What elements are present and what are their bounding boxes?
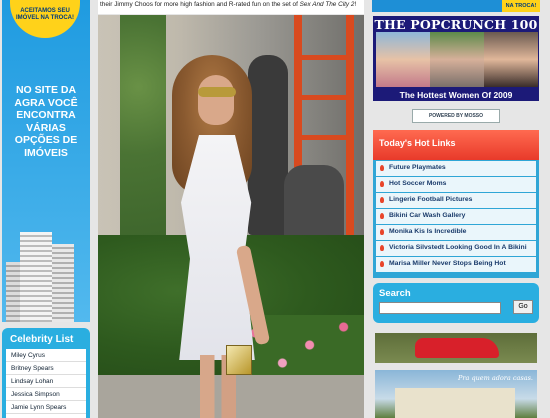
caption-text: their Jimmy Choos for more high fashion … — [100, 1, 300, 8]
hot-link-item[interactable]: Future Playmates — [376, 161, 536, 176]
house-ad-tagline: Pra quem adora casas. — [458, 374, 533, 382]
ad-headline: NO SITE DA AGRA VOCÊ ENCONTRA VÁRIAS OPÇ… — [14, 84, 78, 159]
popcrunch-photo — [484, 32, 538, 87]
search-box: Search Go — [373, 283, 539, 323]
car-ad[interactable] — [375, 333, 537, 363]
sunglasses — [198, 87, 236, 97]
hot-link-label: Marisa Miller Never Stops Being Hot — [389, 260, 506, 267]
flame-icon — [380, 213, 384, 219]
hot-link-label: Future Playmates — [389, 164, 446, 171]
real-estate-ad[interactable]: ACEITAMOS SEU IMÓVEL NA TROCA! NO SITE D… — [2, 0, 90, 322]
celebrity-link-miley[interactable]: Miley Cyrus — [6, 349, 86, 362]
top-right-ad[interactable]: NA TROCA! — [372, 0, 540, 12]
caption-end: ! — [354, 1, 357, 8]
scaffold-rung — [294, 135, 354, 140]
popcrunch-title: THE POPCRUNCH 100 — [374, 17, 538, 32]
celebrity-link-jessica[interactable]: Jessica Simpson — [6, 388, 86, 401]
scaffold-pole — [346, 15, 354, 245]
hot-link-item[interactable]: Victoria Silvstedt Looking Good In A Bik… — [376, 241, 536, 256]
hot-link-item[interactable]: Hot Soccer Moms — [376, 177, 536, 192]
flame-icon — [380, 245, 384, 251]
building-image — [20, 232, 52, 322]
flame-icon — [380, 261, 384, 267]
hot-link-label: Victoria Silvstedt Looking Good In A Bik… — [389, 244, 527, 251]
hot-link-label: Monika Kis Is Incredible — [389, 228, 467, 235]
top-ad-badge: NA TROCA! — [502, 0, 540, 12]
flame-icon — [380, 181, 384, 187]
hot-link-item[interactable]: Bikini Car Wash Gallery — [376, 209, 536, 224]
flame-icon — [380, 197, 384, 203]
celebrity-link-britney[interactable]: Britney Spears — [6, 362, 86, 375]
ad-seal: ACEITAMOS SEU IMÓVEL NA TROCA! — [10, 0, 80, 38]
celebrity-list: Miley Cyrus Britney Spears Lindsay Lohan… — [6, 349, 86, 418]
movie-title[interactable]: Sex And The City 2 — [300, 1, 355, 8]
house-ad[interactable]: Pra quem adora casas. — [375, 370, 537, 418]
page: ACEITAMOS SEU IMÓVEL NA TROCA! NO SITE D… — [0, 0, 550, 418]
hot-link-label: Bikini Car Wash Gallery — [389, 212, 466, 219]
building-image — [6, 262, 20, 322]
red-car-image — [415, 338, 499, 358]
search-go-button[interactable]: Go — [513, 300, 533, 314]
house-image — [395, 388, 515, 418]
popcrunch-subtitle: The Hottest Women Of 2009 — [399, 90, 513, 100]
hot-link-item[interactable]: Monika Kis Is Incredible — [376, 225, 536, 240]
celebrity-link-lindsay[interactable]: Lindsay Lohan — [6, 375, 86, 388]
hot-link-label: Hot Soccer Moms — [389, 180, 447, 187]
popcrunch-photo — [430, 32, 484, 87]
scaffold-rung — [294, 95, 354, 100]
hot-links-title: Today's Hot Links — [373, 130, 539, 160]
ivy-wall — [120, 15, 166, 255]
popcrunch-100-banner[interactable]: THE POPCRUNCH 100 The Hottest Women Of 2… — [373, 16, 539, 101]
hot-links-list: Future Playmates Hot Soccer Moms Lingeri… — [373, 161, 539, 272]
background-photographer — [284, 165, 344, 245]
celebrity-list-box: Celebrity List Miley Cyrus Britney Spear… — [2, 328, 90, 418]
hot-link-item[interactable]: Lingerie Football Pictures — [376, 193, 536, 208]
celebrity-link-jamie[interactable]: Jamie Lynn Spears — [6, 401, 86, 414]
celebrity-list-title: Celebrity List — [10, 334, 74, 345]
flame-icon — [380, 165, 384, 171]
article-photo[interactable] — [98, 15, 364, 418]
hot-links-box: Today's Hot Links Future Playmates Hot S… — [373, 130, 539, 278]
popcrunch-photo — [376, 32, 430, 87]
search-input[interactable] — [379, 302, 501, 314]
woman-face — [198, 75, 234, 125]
scaffold-rung — [294, 55, 354, 60]
search-label: Search — [379, 288, 411, 299]
article-caption: their Jimmy Choos for more high fashion … — [98, 0, 364, 14]
background-person — [248, 55, 288, 235]
building-image — [52, 244, 74, 322]
powered-by-mosso-badge[interactable]: POWERED BY MOSSO — [412, 109, 500, 123]
flame-icon — [380, 229, 384, 235]
gold-clutch — [226, 345, 252, 375]
hot-link-item[interactable]: Marisa Miller Never Stops Being Hot — [376, 257, 536, 272]
hot-link-label: Lingerie Football Pictures — [389, 196, 473, 203]
